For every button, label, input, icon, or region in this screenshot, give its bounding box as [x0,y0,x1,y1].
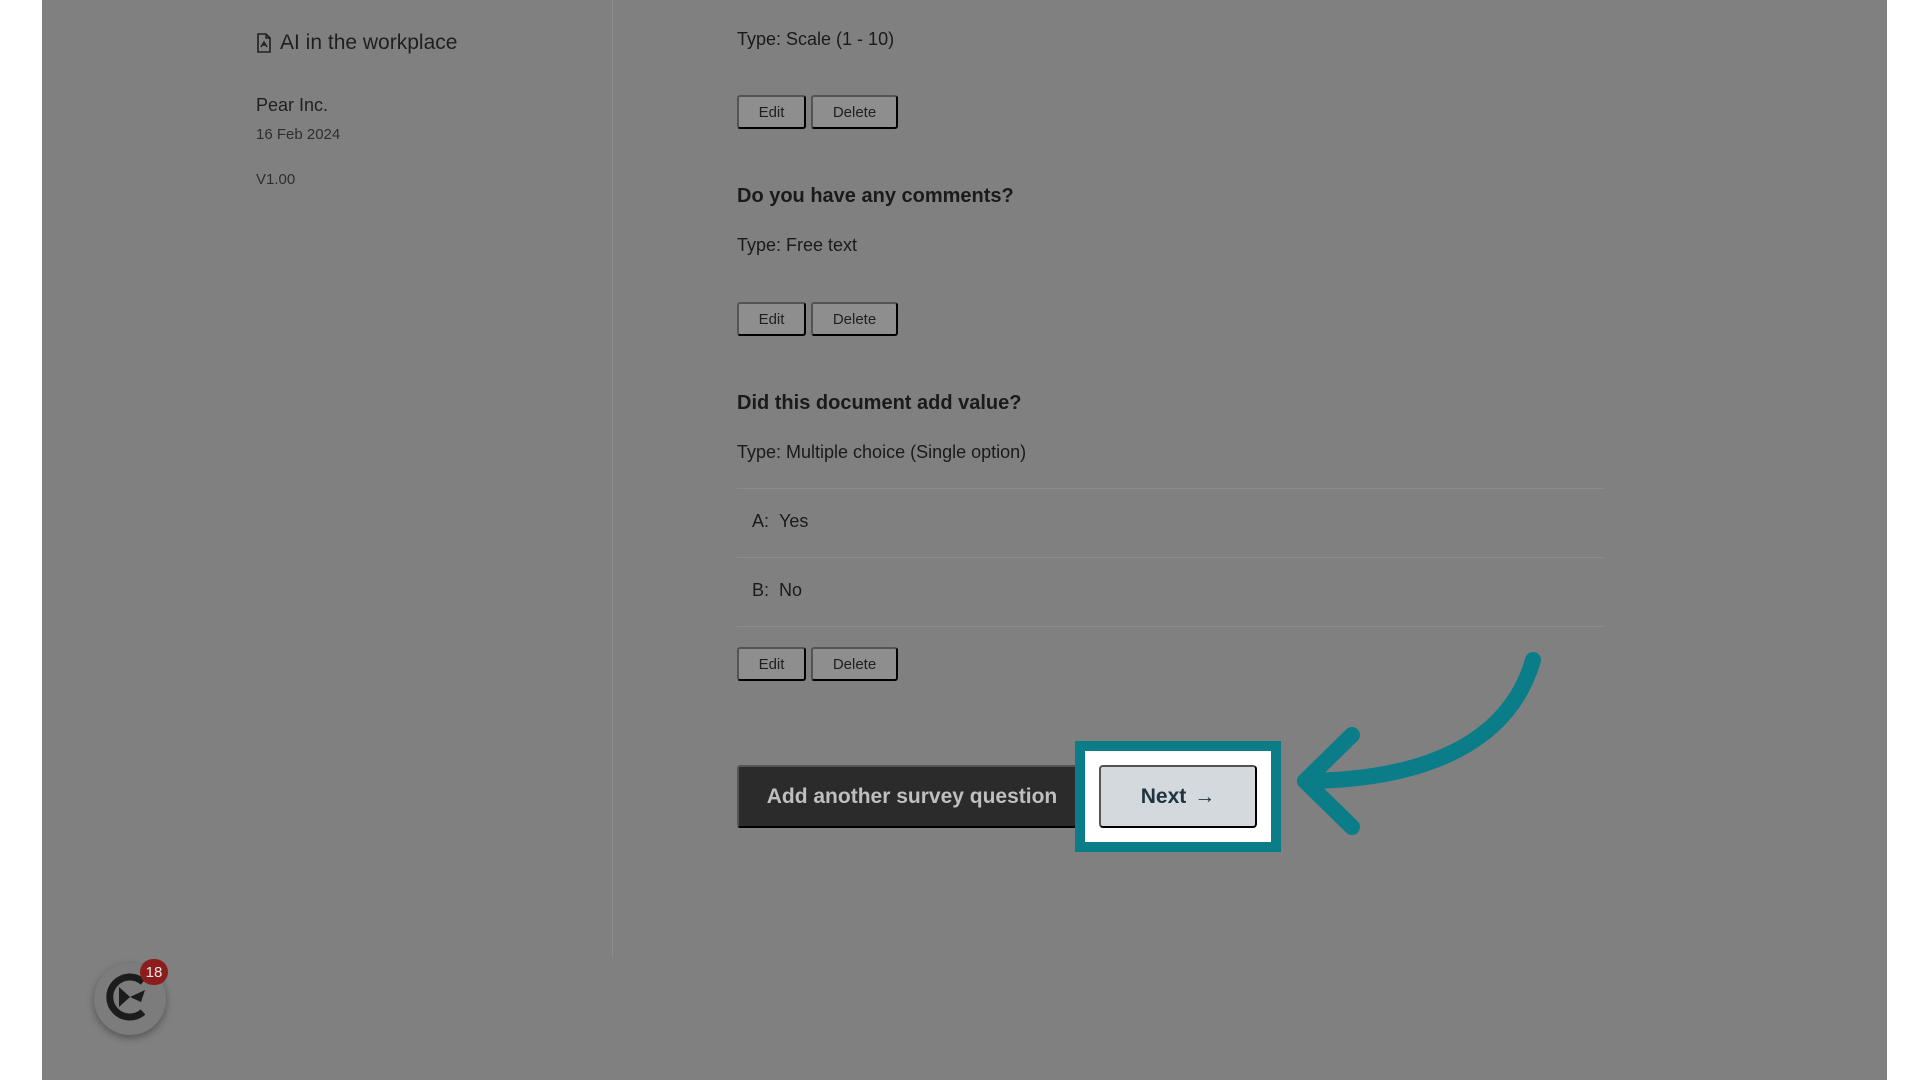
option-item: B: No [752,580,802,601]
question-actions: Edit Delete [737,302,898,336]
question-title: Did this document add value? [737,392,1022,414]
option-divider [737,626,1603,627]
option-letter: A: [752,511,770,531]
add-survey-question-button[interactable]: Add another survey question [737,765,1087,828]
sidebar-divider [612,0,613,958]
question-type: Type: Multiple choice (Single option) [737,442,1027,462]
delete-button[interactable]: Delete [811,647,898,681]
option-divider [737,488,1603,489]
notification-badge: 18 [140,959,168,985]
question-actions: Edit Delete [737,647,898,681]
page-overlay [42,0,1887,1080]
pointer-arrow-icon [1297,652,1541,835]
option-item: A: Yes [752,511,808,532]
next-button-label: Next [1140,784,1187,808]
option-text: Yes [779,511,809,531]
arrow-right-icon: → [1194,784,1216,808]
delete-button[interactable]: Delete [811,95,898,129]
option-text: No [779,580,803,600]
question-type: Type: Free text [737,235,858,255]
document-icon [256,33,272,53]
delete-button[interactable]: Delete [811,302,898,336]
document-title: AI in the workplace [256,31,457,55]
edit-button[interactable]: Edit [737,95,806,129]
option-divider [737,557,1603,558]
next-button[interactable]: Next → [1099,765,1257,828]
document-title-text: AI in the workplace [280,31,458,54]
document-version: V1.00 [256,171,296,188]
option-letter: B: [752,580,770,600]
edit-button[interactable]: Edit [737,302,806,336]
document-date: 16 Feb 2024 [256,126,341,143]
question-type: Type: Scale (1 - 10) [737,29,895,49]
question-title: Do you have any comments? [737,185,1014,207]
question-actions: Edit Delete [737,95,898,129]
organization-name: Pear Inc. [256,95,329,115]
edit-button[interactable]: Edit [737,647,806,681]
